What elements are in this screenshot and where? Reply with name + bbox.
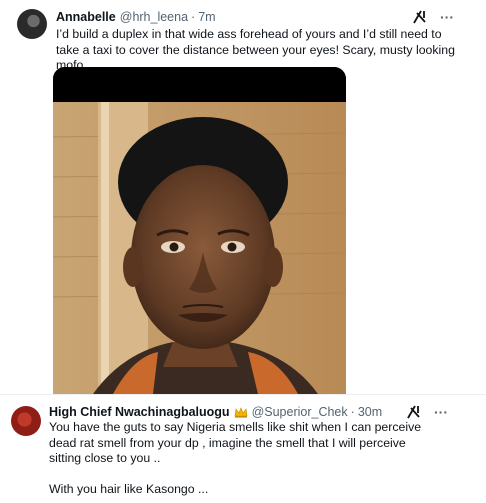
more-icon[interactable]: ··· (434, 405, 448, 419)
grok-icon[interactable] (406, 404, 422, 420)
tweet-text: You have the guts to say Nigeria smells … (49, 420, 439, 497)
avatar[interactable] (11, 406, 41, 436)
display-name[interactable]: High Chief Nwachinagbaluogu (49, 405, 230, 419)
timestamp[interactable]: 7m (198, 10, 215, 24)
tweet-header: Annabelle @hrh_leena · 7m (56, 10, 216, 24)
crown-icon (234, 406, 248, 418)
tweet-actions: ··· (406, 404, 448, 420)
tweet-header: High Chief Nwachinagbaluogu @Superior_Ch… (49, 405, 382, 419)
more-icon[interactable]: ··· (440, 10, 454, 24)
separator: · (350, 405, 355, 419)
grok-icon[interactable] (412, 9, 428, 25)
tweet-body-line-2: With you hair like Kasongo ... (49, 481, 209, 496)
tweet-actions: ··· (412, 9, 454, 25)
tweet-1: Annabelle @hrh_leena · 7m ··· I’d build … (0, 0, 486, 394)
separator: · (191, 10, 196, 24)
display-name[interactable]: Annabelle (56, 10, 116, 24)
selfie-photo[interactable] (53, 67, 346, 394)
tweet-body: You have the guts to say Nigeria smells … (49, 420, 422, 465)
user-handle[interactable]: @hrh_leena (120, 10, 188, 24)
tweet-2: High Chief Nwachinagbaluogu @Superior_Ch… (0, 394, 486, 503)
avatar[interactable] (17, 9, 47, 39)
user-handle[interactable]: @Superior_Chek (252, 405, 348, 419)
timestamp[interactable]: 30m (358, 405, 382, 419)
